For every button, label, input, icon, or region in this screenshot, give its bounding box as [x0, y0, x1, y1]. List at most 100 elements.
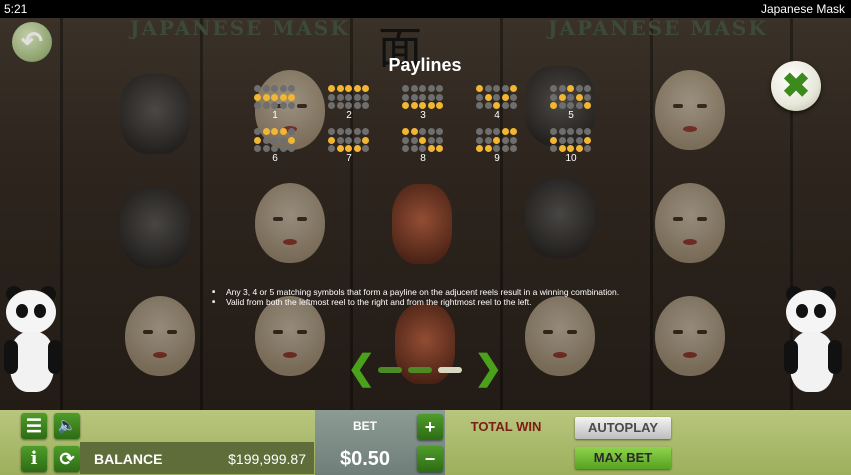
rule-text: Valid from both the leftmost reel to the… [212, 297, 772, 307]
max-bet-button[interactable]: MAX BET [575, 447, 671, 469]
payline-dot-active [336, 85, 344, 92]
payline-dot [279, 136, 287, 144]
page-dot[interactable] [378, 367, 402, 373]
payline-dot [427, 128, 435, 135]
sound-button[interactable]: 🔈 [54, 413, 80, 439]
payline-dot [427, 93, 435, 101]
payline-number: 4 [494, 110, 500, 121]
payline-dot [328, 128, 335, 135]
okame-mask-symbol [125, 296, 195, 376]
payline-rules: Any 3, 4 or 5 matching symbols that form… [212, 287, 772, 307]
payline-dot [575, 136, 583, 144]
payline-dot [436, 136, 443, 144]
payline-dot [501, 85, 509, 92]
payline-dot [510, 145, 517, 152]
okame-mask-symbol [655, 70, 725, 150]
payline-dots [402, 85, 444, 109]
payline-pattern: 7 [325, 128, 373, 170]
payline-dot-active [567, 145, 574, 152]
autoplay-button[interactable]: AUTOPLAY [575, 417, 671, 439]
payline-dot [402, 93, 409, 101]
payline-dot-active [410, 128, 418, 135]
payline-dot-active [427, 145, 435, 152]
payline-dot [279, 85, 287, 92]
payline-dots [550, 128, 592, 152]
demon-mask-symbol [525, 178, 595, 258]
payline-pattern: 5 [547, 85, 595, 127]
paytable-button[interactable]: ☰ [21, 413, 47, 439]
payline-dot-active [254, 93, 261, 101]
payline-dot [271, 136, 278, 144]
demon-mask-symbol [120, 74, 190, 154]
close-button[interactable]: ✖ [771, 61, 821, 111]
payline-dot [336, 102, 344, 109]
payline-dot [436, 93, 443, 101]
payline-dot [436, 85, 443, 92]
payline-dot-active [584, 136, 591, 144]
payline-dot [262, 102, 270, 109]
payline-dot [262, 136, 270, 144]
payline-dot-active [510, 128, 517, 135]
payline-dot-active [328, 85, 335, 92]
info-button[interactable]: i [21, 446, 47, 472]
payline-dot-active [262, 128, 270, 135]
payline-dots [328, 85, 370, 109]
payline-dot-active [427, 102, 435, 109]
payline-dot [254, 128, 261, 135]
payline-dot-active [288, 93, 295, 101]
payline-dot [336, 93, 344, 101]
page-dot[interactable] [408, 367, 432, 373]
payline-dot [501, 136, 509, 144]
payline-dot-active [345, 145, 352, 152]
payline-dot [262, 85, 270, 92]
payline-number: 1 [272, 110, 278, 121]
payline-dot-active [410, 102, 418, 109]
payline-dot-active [279, 128, 287, 135]
clock: 5:21 [4, 2, 28, 16]
payline-dot [501, 102, 509, 109]
back-button[interactable]: ↶ [12, 22, 52, 62]
game-logo-left: JAPANESE MASK [130, 18, 350, 40]
payline-dot [436, 128, 443, 135]
payline-dot [501, 145, 509, 152]
refresh-button[interactable]: ⟳ [54, 446, 80, 472]
payline-dot-active [353, 85, 361, 92]
payline-dot [345, 128, 352, 135]
payline-dot [345, 93, 352, 101]
page-dot-active[interactable] [438, 367, 462, 373]
payline-dot [476, 102, 483, 109]
payline-dot [353, 128, 361, 135]
payline-dot [584, 128, 591, 135]
reels-background: JAPANESE MASK JAPANESE MASK 面 [0, 18, 851, 410]
increase-bet-button[interactable]: + [417, 414, 443, 440]
prev-page-button[interactable]: ❮ [347, 351, 376, 386]
payline-dot [362, 128, 369, 135]
payline-dot [402, 145, 409, 152]
payline-dot [419, 128, 426, 135]
payline-number: 7 [346, 153, 352, 164]
payline-dot [345, 136, 352, 144]
payline-dot [288, 128, 295, 135]
payline-number: 5 [568, 110, 574, 121]
payline-pattern: 10 [547, 128, 595, 170]
decrease-bet-button[interactable]: − [417, 446, 443, 472]
total-win-label: TOTAL WIN [470, 419, 542, 434]
payline-dot-active [271, 128, 278, 135]
minus-icon: − [424, 449, 436, 469]
payline-dot [362, 102, 369, 109]
okame-mask-symbol [655, 296, 725, 376]
payline-dot [328, 145, 335, 152]
payline-dot [328, 102, 335, 109]
payline-dot [345, 102, 352, 109]
payline-dots [254, 128, 296, 152]
hyottoko-mask-symbol [392, 184, 452, 264]
payline-dot [328, 93, 335, 101]
back-arrow-icon: ↶ [21, 26, 43, 56]
payline-dot [484, 136, 492, 144]
next-page-button[interactable]: ❯ [474, 351, 503, 386]
payline-dot [353, 93, 361, 101]
payline-number: 9 [494, 153, 500, 164]
payline-dot [279, 145, 287, 152]
payline-pattern: 8 [399, 128, 447, 170]
payline-dot-active [558, 93, 566, 101]
